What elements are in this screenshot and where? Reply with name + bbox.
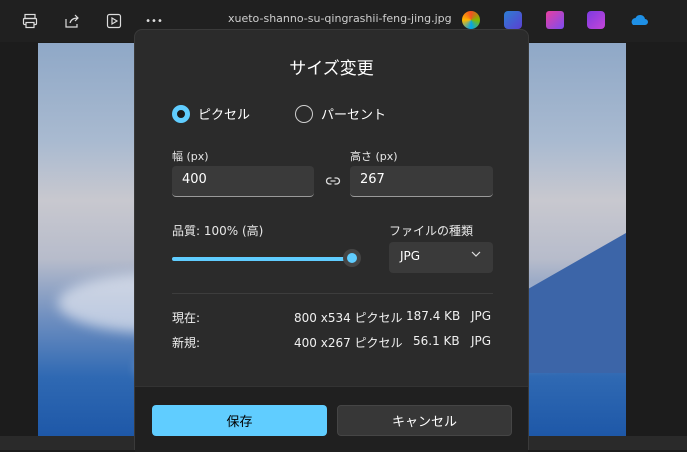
current-size: 187.4 KB [406,309,461,323]
radio-pixels-label: ピクセル [198,108,251,123]
video-editor-icon[interactable] [587,11,605,29]
filetype-select[interactable]: JPG [389,242,493,273]
radio-pixels[interactable]: ピクセル [172,104,250,123]
radio-unselected-icon[interactable] [295,104,313,123]
current-label: 現在: [172,311,201,325]
current-type: JPG [471,309,492,323]
current-dimensions: 800 x534 ピクセル [294,311,403,325]
radio-selected-icon[interactable] [172,104,190,123]
new-size: 56.1 KB [413,334,460,348]
width-input[interactable]: 400 [172,166,314,197]
link-aspect-icon[interactable] [325,173,341,189]
radio-percent-label: パーセント [321,108,387,123]
quality-label: 品質: 100% (高) [172,224,264,238]
divider [172,293,493,294]
dialog-title: サイズ変更 [289,59,374,79]
save-button[interactable]: 保存 [152,405,327,436]
slideshow-icon[interactable] [103,10,125,32]
new-label: 新規: [172,336,201,350]
filetype-value: JPG [400,249,421,263]
width-label: 幅 (px) [172,150,209,163]
quality-slider-thumb[interactable] [343,249,361,267]
onedrive-icon[interactable] [628,11,648,29]
height-input[interactable]: 267 [350,166,493,197]
clipchamp-icon[interactable] [546,11,564,29]
new-dimensions: 400 x267 ピクセル [294,336,403,350]
quality-slider[interactable] [172,257,352,261]
copilot-icon[interactable] [462,11,480,29]
chevron-down-icon [471,251,481,257]
filetype-label: ファイルの種類 [389,224,474,238]
print-icon[interactable] [19,10,41,32]
radio-percent[interactable]: パーセント [295,104,386,123]
resize-dialog: サイズ変更 ピクセル パーセント 幅 (px) 400 高さ (px) 267 … [134,29,529,452]
file-name: xueto-shanno-su-qingrashii-feng-jing.jpg [228,12,452,25]
dialog-footer: 保存 キャンセル [135,386,528,452]
share-icon[interactable] [61,10,83,32]
cancel-button[interactable]: キャンセル [337,405,512,436]
height-label: 高さ (px) [350,150,398,163]
new-type: JPG [471,334,492,348]
designer-icon[interactable] [504,11,522,29]
